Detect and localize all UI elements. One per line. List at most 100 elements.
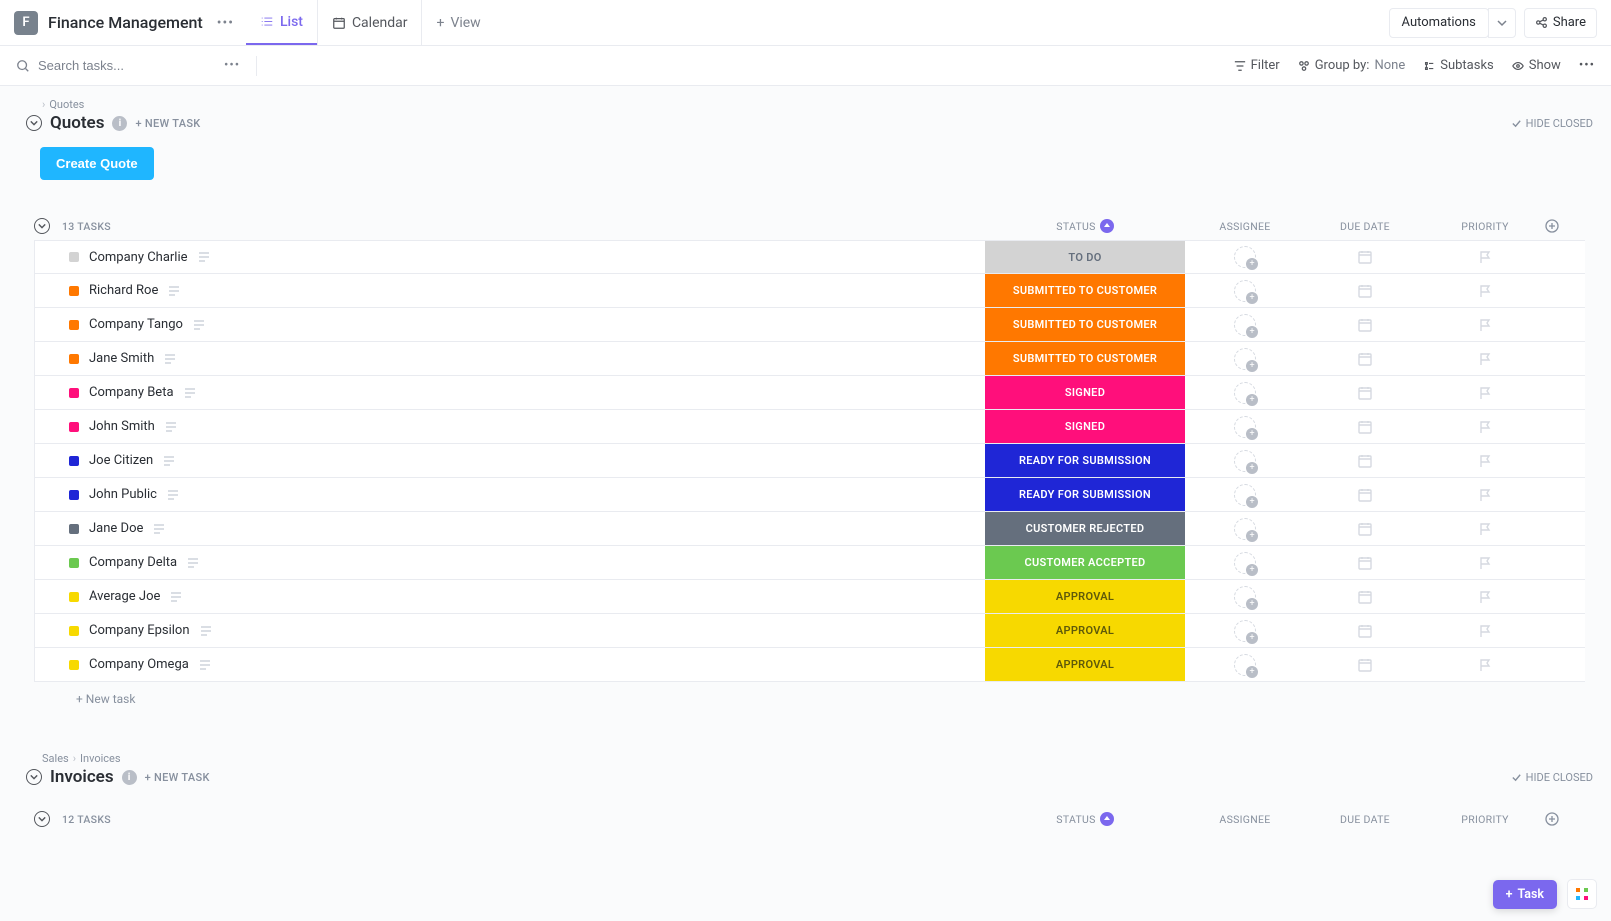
status-dot[interactable] [69, 252, 79, 262]
task-name-cell[interactable]: Company Omega [89, 657, 985, 672]
task-name-cell[interactable]: Jane Smith [89, 351, 985, 366]
status-dot[interactable] [69, 456, 79, 466]
assignee-cell[interactable] [1185, 552, 1305, 574]
assignee-cell[interactable] [1185, 586, 1305, 608]
due-date-cell[interactable] [1305, 657, 1425, 673]
task-name-cell[interactable]: Average Joe [89, 589, 985, 604]
column-header-priority[interactable]: PRIORITY [1425, 220, 1545, 233]
status-dot[interactable] [69, 354, 79, 364]
priority-cell[interactable] [1425, 522, 1545, 536]
due-date-cell[interactable] [1305, 555, 1425, 571]
new-task-fab[interactable]: + Task [1493, 880, 1557, 909]
priority-cell[interactable] [1425, 318, 1545, 332]
assignee-cell[interactable] [1185, 382, 1305, 404]
add-task-row[interactable]: + New task [34, 682, 1585, 716]
column-header-status[interactable]: STATUS [985, 219, 1185, 233]
assignee-cell[interactable] [1185, 348, 1305, 370]
toolbar-overflow-button[interactable]: ••• [1579, 58, 1595, 73]
task-name-cell[interactable]: Company Beta [89, 385, 985, 400]
info-icon[interactable]: i [112, 116, 127, 131]
status-cell[interactable]: SUBMITTED TO CUSTOMER [985, 308, 1185, 341]
status-dot[interactable] [69, 524, 79, 534]
table-row[interactable]: Company Tango SUBMITTED TO CUSTOMER [34, 308, 1585, 342]
status-dot[interactable] [69, 660, 79, 670]
group-by-button[interactable]: Group by: None [1298, 58, 1406, 73]
priority-cell[interactable] [1425, 624, 1545, 638]
table-row[interactable]: Company Beta SIGNED [34, 376, 1585, 410]
assignee-cell[interactable] [1185, 314, 1305, 336]
assignee-cell[interactable] [1185, 450, 1305, 472]
automations-button[interactable]: Automations [1389, 8, 1489, 38]
hide-closed-toggle[interactable]: HIDE CLOSED [1511, 771, 1593, 784]
status-cell[interactable]: SIGNED [985, 376, 1185, 409]
assignee-cell[interactable] [1185, 620, 1305, 642]
column-header-assignee[interactable]: ASSIGNEE [1185, 220, 1305, 233]
priority-cell[interactable] [1425, 590, 1545, 604]
status-dot[interactable] [69, 286, 79, 296]
tab-list[interactable]: List [246, 0, 317, 45]
breadcrumb-quotes[interactable]: › Quotes [42, 98, 1593, 111]
table-row[interactable]: John Smith SIGNED [34, 410, 1585, 444]
status-dot[interactable] [69, 490, 79, 500]
status-dot[interactable] [69, 422, 79, 432]
priority-cell[interactable] [1425, 420, 1545, 434]
tab-add-view[interactable]: + View [421, 0, 494, 45]
task-name-cell[interactable]: Company Delta [89, 555, 985, 570]
filter-button[interactable]: Filter [1234, 58, 1280, 73]
table-row[interactable]: Average Joe APPROVAL [34, 580, 1585, 614]
table-row[interactable]: Richard Roe SUBMITTED TO CUSTOMER [34, 274, 1585, 308]
assignee-cell[interactable] [1185, 654, 1305, 676]
apps-grid-button[interactable] [1567, 879, 1597, 909]
task-name-cell[interactable]: Company Epsilon [89, 623, 985, 638]
due-date-cell[interactable] [1305, 419, 1425, 435]
status-cell[interactable]: READY FOR SUBMISSION [985, 478, 1185, 511]
status-cell[interactable]: TO DO [985, 241, 1185, 273]
status-cell[interactable]: APPROVAL [985, 580, 1185, 613]
due-date-cell[interactable] [1305, 385, 1425, 401]
status-cell[interactable]: SUBMITTED TO CUSTOMER [985, 342, 1185, 375]
priority-cell[interactable] [1425, 488, 1545, 502]
table-row[interactable]: Company Epsilon APPROVAL [34, 614, 1585, 648]
priority-cell[interactable] [1425, 454, 1545, 468]
assignee-cell[interactable] [1185, 280, 1305, 302]
new-task-link[interactable]: + NEW TASK [135, 117, 200, 130]
column-header-assignee[interactable]: ASSIGNEE [1185, 813, 1305, 826]
hide-closed-toggle[interactable]: HIDE CLOSED [1511, 117, 1593, 130]
collapse-group-toggle[interactable] [34, 811, 50, 827]
create-quote-button[interactable]: Create Quote [40, 147, 154, 180]
priority-cell[interactable] [1425, 250, 1545, 264]
table-row[interactable]: Jane Smith SUBMITTED TO CUSTOMER [34, 342, 1585, 376]
due-date-cell[interactable] [1305, 351, 1425, 367]
status-dot[interactable] [69, 388, 79, 398]
priority-cell[interactable] [1425, 556, 1545, 570]
table-row[interactable]: John Public READY FOR SUBMISSION [34, 478, 1585, 512]
task-name-cell[interactable]: Company Charlie [89, 250, 985, 265]
status-cell[interactable]: APPROVAL [985, 648, 1185, 681]
task-name-cell[interactable]: John Public [89, 487, 985, 502]
info-icon[interactable]: i [122, 770, 137, 785]
status-dot[interactable] [69, 626, 79, 636]
due-date-cell[interactable] [1305, 521, 1425, 537]
collapse-toggle[interactable] [26, 115, 42, 131]
due-date-cell[interactable] [1305, 487, 1425, 503]
priority-cell[interactable] [1425, 386, 1545, 400]
column-header-status[interactable]: STATUS [985, 812, 1185, 826]
status-cell[interactable]: SUBMITTED TO CUSTOMER [985, 274, 1185, 307]
tab-calendar[interactable]: Calendar [317, 0, 422, 45]
assignee-cell[interactable] [1185, 518, 1305, 540]
column-header-due[interactable]: DUE DATE [1305, 220, 1425, 233]
share-button[interactable]: Share [1524, 8, 1597, 38]
table-row[interactable]: Jane Doe CUSTOMER REJECTED [34, 512, 1585, 546]
toolbar-more-button[interactable]: ••• [216, 54, 248, 77]
status-cell[interactable]: CUSTOMER REJECTED [985, 512, 1185, 545]
due-date-cell[interactable] [1305, 623, 1425, 639]
status-cell[interactable]: CUSTOMER ACCEPTED [985, 546, 1185, 579]
column-header-priority[interactable]: PRIORITY [1425, 813, 1545, 826]
add-column-button[interactable] [1545, 812, 1585, 826]
breadcrumb-invoices[interactable]: Sales › Invoices [42, 752, 1593, 765]
assignee-cell[interactable] [1185, 416, 1305, 438]
add-column-button[interactable] [1545, 219, 1585, 233]
due-date-cell[interactable] [1305, 317, 1425, 333]
show-button[interactable]: Show [1512, 58, 1561, 73]
task-name-cell[interactable]: Company Tango [89, 317, 985, 332]
